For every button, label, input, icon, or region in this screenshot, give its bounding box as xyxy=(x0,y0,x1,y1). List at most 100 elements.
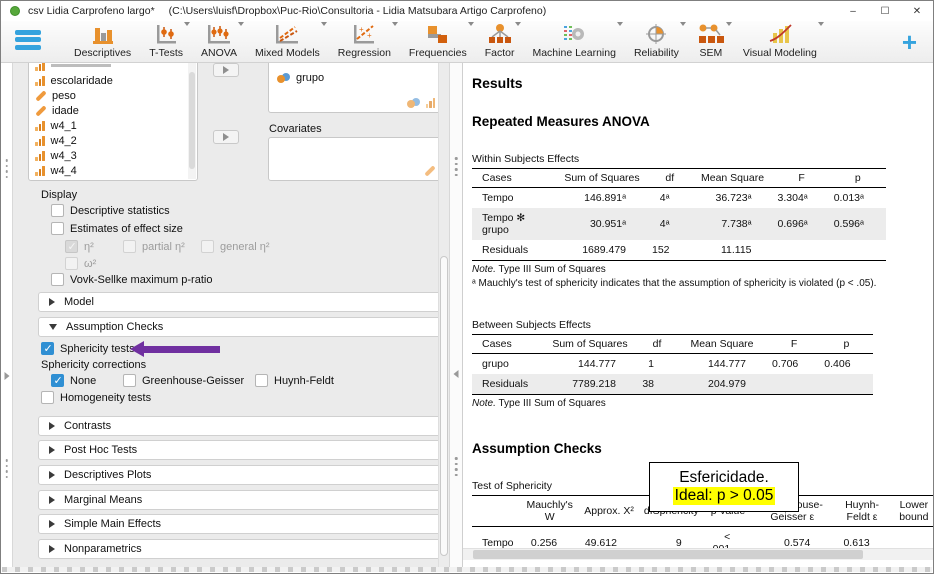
machine-learning-gear-icon xyxy=(560,23,588,45)
expand-data-panel-icon[interactable] xyxy=(4,372,9,380)
ribbon-item-anova[interactable]: ANOVA xyxy=(194,21,244,62)
variable-item[interactable]: escolaridade xyxy=(29,73,197,88)
collapsed-arrow-icon xyxy=(49,422,55,430)
collapse-options-panel-icon[interactable] xyxy=(454,370,459,378)
table-row: Tempo ✻ grupo 30.951ᵃ 4ᵃ 7.738ᵃ 0.696ᵃ 0… xyxy=(472,208,886,240)
column-header: p xyxy=(820,335,872,354)
app-icon xyxy=(10,6,20,16)
section-label: Model xyxy=(64,296,94,308)
minimize-button[interactable]: – xyxy=(837,1,869,21)
section-descriptives-plots[interactable]: Descriptives Plots xyxy=(38,465,441,485)
expanded-arrow-icon xyxy=(49,324,57,330)
section-post-hoc-tests[interactable]: Post Hoc Tests xyxy=(38,440,441,460)
reliability-compass-icon xyxy=(644,23,668,45)
checkbox-effect-size[interactable]: Estimates of effect size xyxy=(51,222,183,235)
section-contrasts[interactable]: Contrasts xyxy=(38,416,441,436)
ribbon-label: Visual Modeling xyxy=(743,47,817,59)
panel-splitter[interactable] xyxy=(449,63,463,567)
anova-section-title[interactable]: Repeated Measures ANOVA xyxy=(472,114,933,129)
variable-label: w4_5 xyxy=(51,180,77,182)
checkbox-partial-eta-squared[interactable]: partial η² xyxy=(123,240,185,253)
hamburger-menu-icon[interactable] xyxy=(15,30,41,50)
collapsed-arrow-icon xyxy=(49,545,55,553)
within-subjects-table: Cases Sum of Squares df Mean Square F p … xyxy=(472,168,886,261)
checkbox-huynh-feldt[interactable]: Huynh-Feldt xyxy=(255,374,334,387)
panel-drag-handle[interactable] xyxy=(5,159,8,178)
variable-item-partial[interactable] xyxy=(29,63,197,73)
checkbox-general-eta-squared[interactable]: general η² xyxy=(201,240,270,253)
within-subjects-caption: Within Subjects Effects xyxy=(472,153,933,165)
ribbon-item-descriptives[interactable]: Descriptives xyxy=(67,21,138,62)
available-variables-list[interactable]: escolaridade peso idade w4_1 xyxy=(28,63,198,181)
panel-drag-handle[interactable] xyxy=(5,459,8,478)
variable-item[interactable]: w4_3 xyxy=(29,148,197,163)
covariates-box[interactable] xyxy=(268,137,441,181)
column-header: Lower bound xyxy=(892,496,933,527)
section-assumption-checks[interactable]: Assumption Checks xyxy=(38,317,441,337)
ribbon-label: ANOVA xyxy=(201,47,237,59)
mixed-models-plot-icon xyxy=(273,23,301,45)
chevron-down-icon xyxy=(392,22,398,26)
section-nonparametrics[interactable]: Nonparametrics xyxy=(38,539,441,559)
ribbon-item-factor[interactable]: Factor xyxy=(478,21,522,62)
panel-drag-handle[interactable] xyxy=(455,457,458,476)
ribbon-item-reliability[interactable]: Reliability xyxy=(627,21,686,62)
assumption-checks-title[interactable]: Assumption Checks xyxy=(472,441,933,456)
variable-item[interactable]: w4_1 xyxy=(29,118,197,133)
section-marginal-means[interactable]: Marginal Means xyxy=(38,490,441,510)
checkbox-homogeneity-tests[interactable]: Homogeneity tests xyxy=(41,391,151,404)
section-label: Contrasts xyxy=(64,420,111,432)
ribbon-label: Descriptives xyxy=(74,47,131,59)
checkbox-eta-squared[interactable]: η² xyxy=(65,240,94,253)
column-header: Sum of Squares xyxy=(556,169,648,188)
checkbox-correction-none[interactable]: None xyxy=(51,374,96,387)
variable-item[interactable]: idade xyxy=(29,103,197,118)
maximize-button[interactable]: ☐ xyxy=(869,1,901,21)
panel-drag-handle[interactable] xyxy=(455,157,458,176)
window-title: csv Lidia Carprofeno largo* xyxy=(28,5,155,17)
ribbon-item-t-tests[interactable]: T-Tests xyxy=(142,21,190,62)
ribbon-item-machine-learning[interactable]: Machine Learning xyxy=(525,21,622,62)
checkbox-checked-icon xyxy=(51,374,64,387)
ribbon-item-sem[interactable]: SEM xyxy=(690,21,732,62)
checkbox-greenhouse-geisser[interactable]: Greenhouse-Geisser xyxy=(123,374,244,387)
variable-label: w4_4 xyxy=(51,165,77,177)
checkbox-checked-icon xyxy=(41,342,54,355)
column-header: Mauchly's W xyxy=(520,496,579,527)
assign-covariate-button[interactable] xyxy=(213,130,239,144)
right-arrow-icon xyxy=(223,133,229,141)
collapsed-arrow-icon xyxy=(49,446,55,454)
column-header: Mean Square xyxy=(676,335,768,354)
checkbox-sphericity-tests[interactable]: Sphericity tests xyxy=(41,342,135,355)
variable-item[interactable]: w4_5 xyxy=(29,178,197,181)
variables-list-scrollbar[interactable] xyxy=(188,63,196,179)
variable-item[interactable]: w4_2 xyxy=(29,133,197,148)
factor-tree-icon xyxy=(487,23,513,45)
sphericity-corrections-label: Sphericity corrections xyxy=(41,359,146,371)
section-model[interactable]: Model xyxy=(38,292,441,312)
ribbon-item-regression[interactable]: ++ Regression xyxy=(331,21,398,62)
variable-item[interactable]: peso xyxy=(29,88,197,103)
ribbon-item-visual-modeling[interactable]: Visual Modeling xyxy=(736,21,824,62)
section-simple-main-effects[interactable]: Simple Main Effects xyxy=(38,514,441,534)
anova-plot-icon xyxy=(205,23,233,45)
scrollbar-thumb[interactable] xyxy=(473,550,863,559)
close-button[interactable]: ✕ xyxy=(901,1,933,21)
assign-factor-button[interactable] xyxy=(213,63,239,77)
between-subjects-factors-box[interactable]: grupo xyxy=(268,63,441,113)
ribbon-item-mixed-models[interactable]: Mixed Models xyxy=(248,21,327,62)
svg-text:+: + xyxy=(359,25,364,34)
assigned-factor-item[interactable]: grupo xyxy=(271,70,324,85)
checkbox-descriptive-statistics[interactable]: Descriptive statistics xyxy=(51,204,170,217)
results-horizontal-scrollbar[interactable] xyxy=(463,548,933,560)
add-module-button[interactable]: + xyxy=(902,32,917,52)
checkbox-vovk-sellke[interactable]: Vovk-Sellke maximum p-ratio xyxy=(51,273,212,286)
checkbox-omega-squared[interactable]: ω² xyxy=(65,257,96,270)
variable-item[interactable]: w4_4 xyxy=(29,163,197,178)
column-header: Huynh-Feldt ε xyxy=(832,496,891,527)
ribbon-item-frequencies[interactable]: Frequencies xyxy=(402,21,474,62)
checkbox-icon xyxy=(51,204,64,217)
checkbox-icon xyxy=(41,391,54,404)
options-panel-scrollbar[interactable] xyxy=(438,63,449,567)
jasp-window: csv Lidia Carprofeno largo* (C:\Users\lu… xyxy=(0,0,934,574)
